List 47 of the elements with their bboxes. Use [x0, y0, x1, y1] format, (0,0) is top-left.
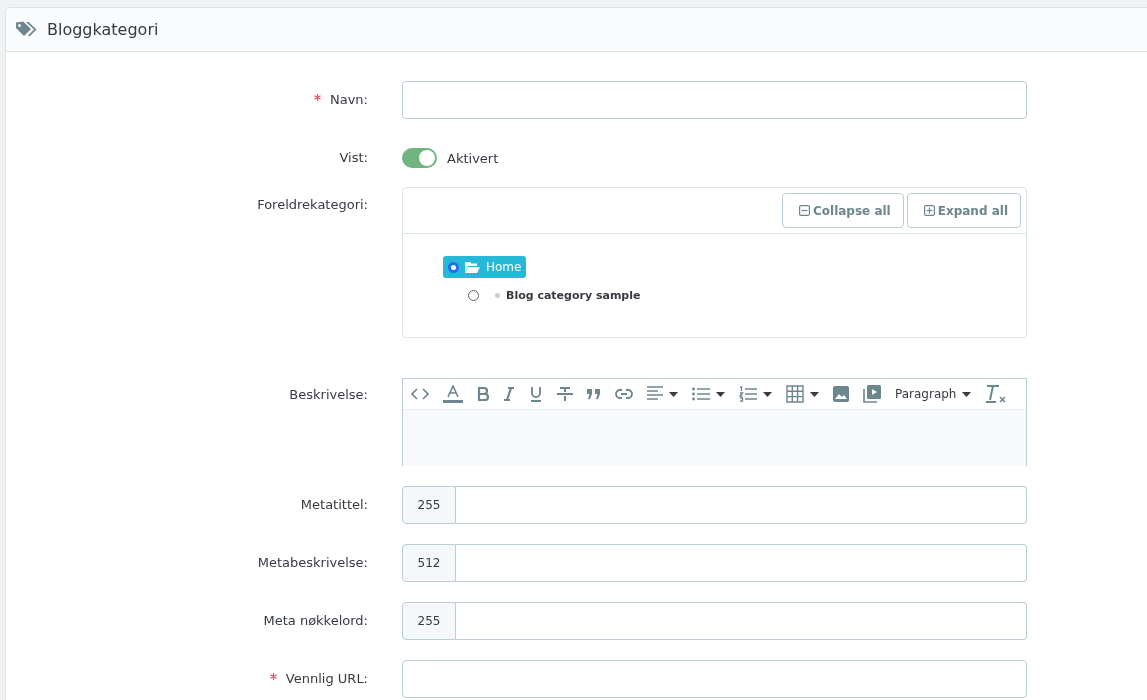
minus-square-icon: [799, 205, 810, 216]
caret-icon[interactable]: [669, 391, 678, 397]
italic-icon[interactable]: [503, 387, 515, 401]
field-label: Foreldrekategori:: [256, 196, 369, 214]
field-label: Metatittel:: [299, 496, 369, 514]
character-count: 255: [402, 602, 456, 640]
toggle-switch[interactable]: [402, 148, 437, 168]
caret-icon[interactable]: [810, 391, 819, 397]
table-icon[interactable]: [786, 385, 804, 403]
collapse-all-button[interactable]: Collapse all: [782, 193, 904, 228]
text-color-icon[interactable]: [443, 385, 463, 403]
text-field[interactable]: [402, 660, 1027, 698]
bold-icon[interactable]: [477, 387, 489, 401]
character-count: 255: [402, 486, 456, 524]
clear-format-icon[interactable]: [985, 384, 1008, 404]
video-icon[interactable]: [863, 385, 881, 403]
align-left-icon[interactable]: [647, 386, 663, 402]
text-field[interactable]: [402, 81, 1027, 119]
caret-icon[interactable]: [962, 391, 972, 397]
field-label: Vist:: [338, 149, 369, 167]
code-icon[interactable]: [411, 387, 429, 401]
field-label: Navn:: [6, 81, 402, 119]
field-label: Metabeskrivelse:: [256, 554, 369, 572]
caret-icon[interactable]: [716, 391, 725, 397]
strikethrough-icon[interactable]: [557, 386, 573, 402]
format-dropdown[interactable]: Paragraph: [895, 387, 957, 401]
field-label: Beskrivelse:: [288, 386, 369, 404]
text-field[interactable]: [456, 544, 1027, 582]
field-label: Vennlig URL:: [6, 660, 402, 698]
image-icon[interactable]: [833, 386, 849, 402]
switch-label: Aktivert: [447, 150, 499, 166]
numbered-list-icon[interactable]: [739, 386, 757, 402]
text-field[interactable]: [456, 602, 1027, 640]
tree-item[interactable]: Blog category sample: [463, 284, 646, 306]
field-label: Meta nøkkelord:: [262, 612, 369, 630]
bullet-list-icon[interactable]: [692, 387, 710, 401]
link-icon[interactable]: [615, 389, 633, 399]
expand-all-button[interactable]: Expand all: [906, 193, 1021, 228]
underline-icon[interactable]: [529, 386, 543, 402]
panel-title: Bloggkategori: [47, 20, 159, 39]
character-count: 512: [402, 544, 456, 582]
plus-square-icon: [923, 205, 935, 216]
quote-icon[interactable]: [587, 389, 601, 399]
rich-text-editor[interactable]: Paragraph: [402, 378, 1027, 466]
tags-icon: [16, 20, 38, 39]
text-field[interactable]: [456, 486, 1027, 524]
caret-icon[interactable]: [763, 391, 772, 397]
